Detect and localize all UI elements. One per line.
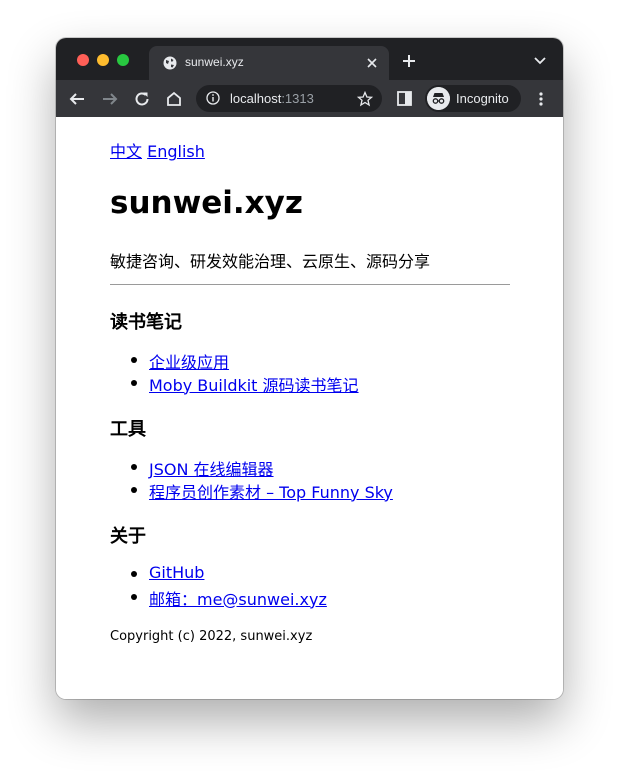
incognito-icon <box>427 87 450 110</box>
more-vertical-icon[interactable] <box>536 91 546 107</box>
address-bar[interactable]: localhost:1313 <box>196 85 382 112</box>
section-heading-tools: 工具 <box>110 419 146 440</box>
toolbar: localhost:1313 Incognito <box>56 80 563 117</box>
close-window-button[interactable] <box>77 54 89 66</box>
url-host: localhost <box>230 91 282 106</box>
reload-icon[interactable] <box>133 90 151 108</box>
divider <box>110 284 510 285</box>
list-item: 企业级应用 <box>110 349 359 372</box>
plus-icon[interactable] <box>401 53 417 69</box>
home-icon[interactable] <box>165 90 183 108</box>
tab-active[interactable]: sunwei.xyz <box>149 46 389 80</box>
lang-zh-link[interactable]: 中文 <box>110 142 142 161</box>
tools-link-list: JSON 在线编辑器 程序员创作素材 – Top Funny Sky <box>110 456 393 502</box>
lang-en-link[interactable]: English <box>147 142 205 161</box>
side-panel-icon[interactable] <box>397 91 412 106</box>
maximize-window-button[interactable] <box>117 54 129 66</box>
forward-arrow-icon[interactable] <box>101 90 119 108</box>
url-port: :1313 <box>281 91 314 106</box>
close-icon[interactable] <box>365 56 379 70</box>
copyright-footer: Copyright (c) 2022, sunwei.xyz <box>110 629 313 644</box>
link-creative-assets[interactable]: 程序员创作素材 – Top Funny Sky <box>149 483 393 502</box>
incognito-profile-button[interactable]: Incognito <box>425 85 521 112</box>
list-item: JSON 在线编辑器 <box>110 456 393 479</box>
incognito-label: Incognito <box>456 91 509 106</box>
notes-link-list: 企业级应用 Moby Buildkit 源码读书笔记 <box>110 349 359 395</box>
section-heading-about: 关于 <box>110 526 146 547</box>
list-item: Moby Buildkit 源码读书笔记 <box>110 372 359 395</box>
list-item: 程序员创作素材 – Top Funny Sky <box>110 479 393 502</box>
section-heading-notes: 读书笔记 <box>110 312 182 333</box>
page-content: 中文 English sunwei.xyz 敏捷咨询、研发效能治理、云原生、源码… <box>56 117 563 699</box>
info-icon[interactable] <box>206 91 220 105</box>
browser-window: sunwei.xyz localhost:1313 Incognito 中文 E… <box>56 38 563 699</box>
link-enterprise-app[interactable]: 企业级应用 <box>149 353 229 372</box>
language-switcher: 中文 English <box>110 138 205 162</box>
list-item: 邮箱：me@sunwei.xyz <box>110 586 327 609</box>
site-tagline: 敏捷咨询、研发效能治理、云原生、源码分享 <box>110 252 431 271</box>
about-link-list: GitHub 邮箱：me@sunwei.xyz <box>110 563 327 609</box>
link-json-editor[interactable]: JSON 在线编辑器 <box>149 460 274 479</box>
tab-title: sunwei.xyz <box>185 55 244 69</box>
tab-strip: sunwei.xyz <box>56 38 563 80</box>
page-title: sunwei.xyz <box>110 185 303 221</box>
list-item: GitHub <box>110 563 327 586</box>
url-text: localhost:1313 <box>230 91 314 106</box>
star-icon[interactable] <box>357 91 373 107</box>
chevron-down-icon[interactable] <box>533 55 547 67</box>
link-buildkit-notes[interactable]: Moby Buildkit 源码读书笔记 <box>149 376 359 395</box>
back-arrow-icon[interactable] <box>68 90 86 108</box>
globe-icon <box>163 56 177 70</box>
link-email[interactable]: 邮箱：me@sunwei.xyz <box>149 590 327 609</box>
link-github[interactable]: GitHub <box>149 563 204 582</box>
minimize-window-button[interactable] <box>97 54 109 66</box>
